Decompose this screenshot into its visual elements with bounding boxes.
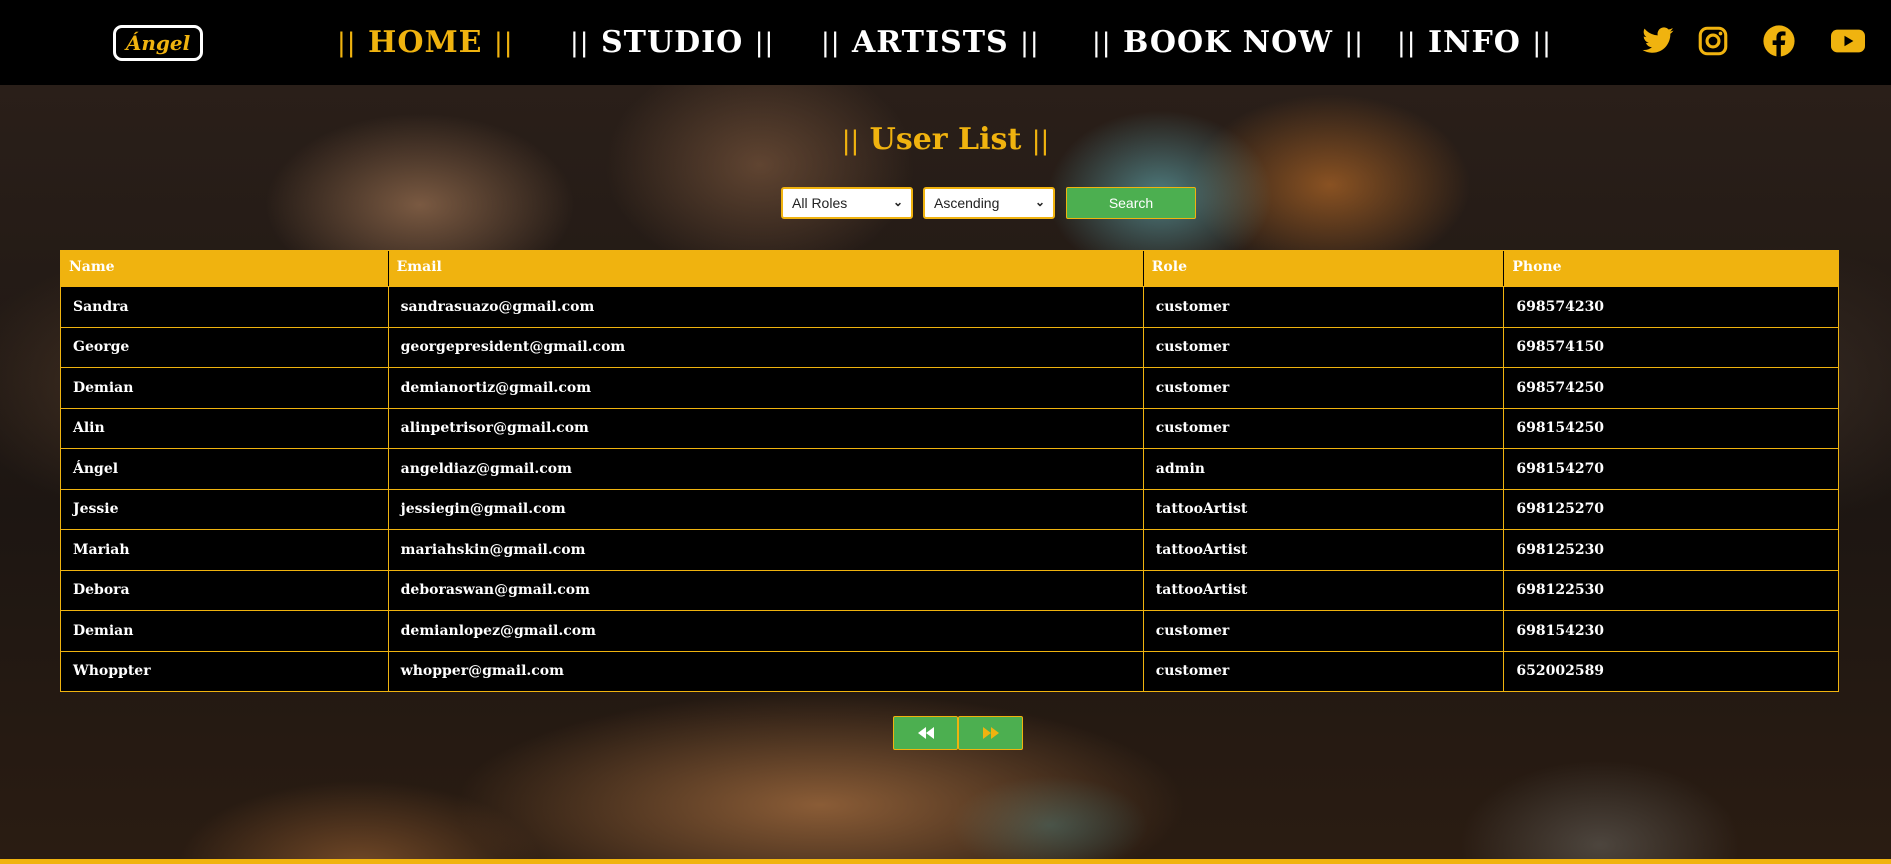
instagram-icon[interactable]	[1696, 24, 1730, 58]
cell-role: customer	[1144, 408, 1505, 448]
title-separator: ||	[1031, 126, 1050, 156]
table-row: Demian demianortiz@gmail.com customer 69857…	[61, 367, 1838, 408]
fast-forward-icon	[982, 727, 999, 739]
chevron-down-icon: ⌄	[892, 195, 903, 209]
nav-separator: ||	[570, 27, 590, 58]
nav-home[interactable]: || HOME ||	[337, 0, 514, 85]
cell-email: deboraswan@gmail.com	[389, 570, 1144, 610]
cell-role: customer	[1144, 327, 1505, 367]
column-header-name: Name	[61, 251, 389, 286]
role-filter-select[interactable]: All Roles ⌄	[781, 187, 913, 219]
nav-separator: ||	[1344, 27, 1364, 58]
next-page-button[interactable]	[958, 716, 1023, 750]
cell-name: Demian	[61, 368, 389, 408]
order-select[interactable]: Ascending ⌄	[923, 187, 1055, 219]
cell-phone: 698574250	[1516, 379, 1605, 396]
table-row: Ángel angeldiaz@gmail.com admin 698154270	[61, 448, 1838, 489]
rewind-icon	[917, 727, 934, 739]
nav-artists-label: ARTISTS	[851, 25, 1009, 60]
nav-info[interactable]: || INFO ||	[1397, 0, 1552, 85]
cell-email: angeldiaz@gmail.com	[389, 449, 1144, 489]
table-row: Whoppter whopper@gmail.com customer 6520025…	[61, 650, 1838, 691]
cell-email: whopper@gmail.com	[389, 651, 1144, 691]
cell-name: Demian	[61, 611, 389, 651]
previous-page-button[interactable]	[893, 716, 958, 750]
nav-separator: ||	[821, 27, 841, 58]
nav-info-label: INFO	[1427, 25, 1521, 60]
page-title-text: User List	[869, 122, 1022, 157]
cell-phone: 698154270	[1516, 460, 1605, 477]
cell-role: customer	[1144, 611, 1505, 651]
nav-studio-label: STUDIO	[600, 25, 744, 60]
cell-role: admin	[1144, 449, 1505, 489]
cell-name: Mariah	[61, 530, 389, 570]
role-filter-value: All Roles	[792, 195, 848, 211]
cell-name: Sandra	[61, 287, 389, 327]
cell-name: Whoppter	[61, 651, 389, 691]
table-body: Sandra sandrasuazo@gmail.com customer 69857…	[61, 286, 1838, 691]
facebook-icon[interactable]	[1762, 24, 1796, 58]
cell-phone: 652002589	[1516, 663, 1605, 680]
title-separator: ||	[841, 126, 860, 156]
cell-name: Alin	[61, 408, 389, 448]
user-table: Name Email Role Phone Sandra sandrasuazo@…	[60, 250, 1839, 692]
cell-role: customer	[1144, 651, 1505, 691]
table-row: Debora deboraswan@gmail.com tattooArtist 69…	[61, 569, 1838, 610]
cell-email: demianortiz@gmail.com	[389, 368, 1144, 408]
cell-role: customer	[1144, 287, 1505, 327]
cell-email: jessiegin@gmail.com	[389, 489, 1144, 529]
nav-home-label: HOME	[367, 25, 483, 60]
nav-book-now-label: BOOK NOW	[1122, 25, 1333, 60]
table-row: George georgepresident@gmail.com customer 6…	[61, 326, 1838, 367]
table-row: Sandra sandrasuazo@gmail.com customer 69857…	[61, 286, 1838, 327]
cell-phone: 698125270	[1516, 501, 1605, 518]
order-value: Ascending	[934, 195, 1000, 211]
cell-name: Jessie	[61, 489, 389, 529]
footer-accent-bar	[0, 859, 1891, 864]
column-header-phone: Phone	[1512, 259, 1562, 275]
page-title: || User List ||	[0, 122, 1891, 157]
table-header: Name Email Role Phone	[61, 251, 1838, 286]
cell-phone: 698154230	[1516, 622, 1605, 639]
search-button[interactable]: Search	[1066, 187, 1196, 219]
table-row: Jessie jessiegin@gmail.com tattooArtist 698…	[61, 488, 1838, 529]
table-row: Alin alinpetrisor@gmail.com customer 698154…	[61, 407, 1838, 448]
cell-role: tattooArtist	[1144, 489, 1505, 529]
cell-phone: 698574230	[1516, 298, 1605, 315]
cell-email: demianlopez@gmail.com	[389, 611, 1144, 651]
table-row: Mariah mariahskin@gmail.com tattooArtist 69…	[61, 529, 1838, 570]
cell-email: georgepresident@gmail.com	[389, 327, 1144, 367]
nav-separator: ||	[754, 27, 775, 58]
cell-email: mariahskin@gmail.com	[389, 530, 1144, 570]
logo[interactable]: Ángel	[113, 25, 203, 61]
nav-artists[interactable]: || ARTISTS ||	[821, 0, 1040, 85]
cell-name: George	[61, 327, 389, 367]
cell-phone: 698154250	[1516, 420, 1605, 437]
nav-separator: ||	[337, 27, 357, 58]
nav-separator: ||	[1092, 27, 1112, 58]
chevron-down-icon: ⌄	[1034, 195, 1045, 209]
cell-name: Ángel	[61, 449, 389, 489]
cell-role: tattooArtist	[1144, 570, 1505, 610]
cell-email: alinpetrisor@gmail.com	[389, 408, 1144, 448]
column-header-email: Email	[389, 251, 1144, 286]
nav-separator: ||	[1397, 27, 1417, 58]
cell-phone: 698574150	[1516, 339, 1605, 356]
cell-phone: 698122530	[1516, 582, 1605, 599]
cell-role: tattooArtist	[1144, 530, 1505, 570]
top-navbar: Ángel || HOME || || STUDIO || || ARTISTS…	[0, 0, 1891, 85]
cell-phone: 698125230	[1516, 541, 1605, 558]
nav-separator: ||	[494, 27, 514, 58]
twitter-icon[interactable]	[1641, 24, 1675, 58]
nav-separator: ||	[1532, 27, 1552, 58]
nav-book-now[interactable]: || BOOK NOW ||	[1092, 0, 1364, 85]
column-header-role: Role	[1144, 251, 1505, 286]
cell-name: Debora	[61, 570, 389, 610]
nav-separator: ||	[1020, 27, 1040, 58]
youtube-icon[interactable]	[1829, 24, 1867, 58]
nav-studio[interactable]: || STUDIO ||	[570, 0, 774, 85]
cell-email: sandrasuazo@gmail.com	[389, 287, 1144, 327]
table-row: Demian demianlopez@gmail.com customer 69815…	[61, 610, 1838, 651]
cell-role: customer	[1144, 368, 1505, 408]
